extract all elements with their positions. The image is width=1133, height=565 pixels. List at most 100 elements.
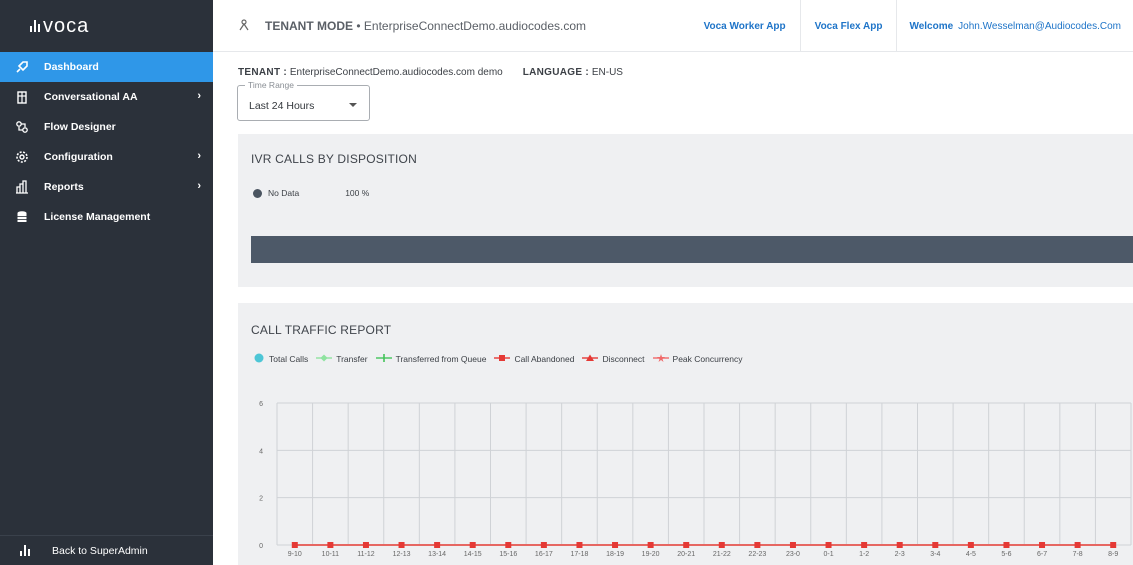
data-point-call-abandoned <box>861 542 868 548</box>
tenant-value: EnterpriseConnectDemo.audiocodes.com dem… <box>289 67 503 78</box>
user-email: John.Wesselman@Audiocodes.Com <box>958 20 1121 32</box>
sidebar-item-dashboard[interactable]: Dashboard <box>0 52 213 82</box>
top-header: TENANT MODE • EnterpriseConnectDemo.audi… <box>213 0 1133 52</box>
back-to-superadmin-button[interactable]: Back to SuperAdmin <box>0 535 213 565</box>
x-tick-label: 6-7 <box>1037 551 1047 558</box>
data-point-call-abandoned <box>718 542 725 548</box>
voca-bars-icon <box>20 545 30 556</box>
welcome-label: Welcome <box>909 20 954 32</box>
user-menu[interactable]: Welcome John.Wesselman@Audiocodes.Com <box>896 0 1133 52</box>
x-tick-label: 21-22 <box>713 551 731 558</box>
x-tick-label: 10-11 <box>322 551 339 558</box>
voca-flex-app-link[interactable]: Voca Flex App <box>799 0 897 52</box>
bar-chart-icon <box>14 179 30 195</box>
x-tick-label: 22-23 <box>748 551 766 558</box>
database-icon <box>14 209 30 225</box>
x-tick-label: 13-14 <box>428 551 446 558</box>
y-tick-label: 4 <box>259 448 263 455</box>
sidebar-item-conversational-aa[interactable]: Conversational AA › <box>0 82 213 112</box>
x-tick-label: 16-17 <box>535 551 553 558</box>
data-point-call-abandoned <box>362 542 369 548</box>
ivr-calls-panel: IVR CALLS BY DISPOSITION No Data 100 % <box>238 134 1133 287</box>
no-data-label: No Data <box>268 188 300 198</box>
tenant-info: TENANT : EnterpriseConnectDemo.audiocode… <box>238 67 623 78</box>
tenant-label: TENANT : <box>238 67 288 78</box>
sidebar-item-label: License Management <box>44 211 151 223</box>
x-tick-label: 9-10 <box>288 551 302 558</box>
ivr-legend-item[interactable]: No Data 100 % <box>253 188 369 198</box>
data-point-call-abandoned <box>327 542 334 548</box>
sidebar: voca Dashboard Conversational AA › Flow Des… <box>0 0 213 565</box>
y-tick-label: 0 <box>259 543 263 550</box>
time-range-legend: Time Range <box>245 80 297 90</box>
data-point-call-abandoned <box>469 542 476 548</box>
no-data-percent: 100 % <box>345 188 370 198</box>
rocket-icon <box>14 59 30 75</box>
voca-worker-app-link[interactable]: Voca Worker App <box>690 0 800 52</box>
x-tick-label: 15-16 <box>499 551 517 558</box>
x-tick-label: 23-0 <box>786 551 800 558</box>
main-content: TENANT : EnterpriseConnectDemo.audiocode… <box>213 52 1133 565</box>
x-tick-label: 3-4 <box>930 551 940 558</box>
data-point-call-abandoned <box>540 542 547 548</box>
sidebar-item-label: Dashboard <box>44 61 99 73</box>
sidebar-item-label: Reports <box>44 181 84 193</box>
chevron-right-icon: › <box>197 180 201 192</box>
x-tick-label: 11-12 <box>357 551 374 558</box>
x-tick-label: 12-13 <box>393 551 411 558</box>
language-value: EN-US <box>591 67 623 78</box>
x-tick-label: 20-21 <box>677 551 695 558</box>
y-tick-label: 2 <box>259 496 263 503</box>
sidebar-item-label: Configuration <box>44 151 113 163</box>
x-tick-label: 5-6 <box>1001 551 1011 558</box>
tenant-mode-domain: EnterpriseConnectDemo.audiocodes.com <box>363 18 587 33</box>
data-point-call-abandoned <box>683 542 690 548</box>
x-tick-label: 18-19 <box>606 551 624 558</box>
data-point-call-abandoned <box>825 542 832 548</box>
sidebar-item-label: Conversational AA <box>44 91 138 103</box>
logo-bars-icon <box>30 20 40 32</box>
tenant-mode-text: TENANT MODE • EnterpriseConnectDemo.audi… <box>265 19 586 33</box>
data-point-call-abandoned <box>967 542 974 548</box>
x-tick-label: 4-5 <box>966 551 976 558</box>
chevron-right-icon: › <box>197 150 201 162</box>
data-point-call-abandoned <box>576 542 583 548</box>
language-label: LANGUAGE : <box>522 67 590 78</box>
data-point-call-abandoned <box>434 542 441 548</box>
x-tick-label: 19-20 <box>642 551 660 558</box>
tenant-mode-separator: • <box>356 18 361 33</box>
x-tick-label: 1-2 <box>859 551 869 558</box>
sidebar-item-flow-designer[interactable]: Flow Designer <box>0 112 213 142</box>
data-point-call-abandoned <box>1110 542 1117 548</box>
sidebar-item-license-management[interactable]: License Management <box>0 202 213 232</box>
x-tick-label: 8-9 <box>1108 551 1118 558</box>
x-tick-label: 17-18 <box>571 551 589 558</box>
ivr-disposition-bar[interactable] <box>251 236 1133 263</box>
x-tick-label: 7-8 <box>1073 551 1083 558</box>
voca-logo[interactable]: voca <box>0 0 213 52</box>
data-point-call-abandoned <box>789 542 796 548</box>
data-point-call-abandoned <box>647 542 654 548</box>
y-tick-label: 6 <box>259 401 263 408</box>
time-range-select[interactable]: Time Range Last 24 Hours <box>237 80 370 121</box>
tenant-hierarchy-icon <box>239 18 249 30</box>
sidebar-item-configuration[interactable]: Configuration › <box>0 142 213 172</box>
call-traffic-chart: 0 2 4 6 9-10 10-11 11-12 12-13 13-14 14-15 15-16 16… <box>259 401 1132 558</box>
sidebar-item-reports[interactable]: Reports › <box>0 172 213 202</box>
logo-text: voca <box>43 14 90 37</box>
dropdown-arrow-icon <box>349 103 357 107</box>
back-label: Back to SuperAdmin <box>52 544 148 557</box>
data-point-call-abandoned <box>932 542 939 548</box>
x-tick-label: 0-1 <box>823 551 833 558</box>
time-range-value: Last 24 Hours <box>249 100 315 112</box>
data-point-call-abandoned <box>505 542 512 548</box>
data-point-call-abandoned <box>398 542 405 548</box>
sidebar-item-label: Flow Designer <box>44 121 116 133</box>
data-point-call-abandoned <box>1003 542 1010 548</box>
data-point-call-abandoned <box>1039 542 1046 548</box>
ivr-panel-title: IVR CALLS BY DISPOSITION <box>251 152 417 166</box>
gear-icon <box>14 149 30 165</box>
building-icon <box>14 89 30 105</box>
x-tick-label: 2-3 <box>895 551 905 558</box>
data-point-call-abandoned <box>1074 542 1081 548</box>
